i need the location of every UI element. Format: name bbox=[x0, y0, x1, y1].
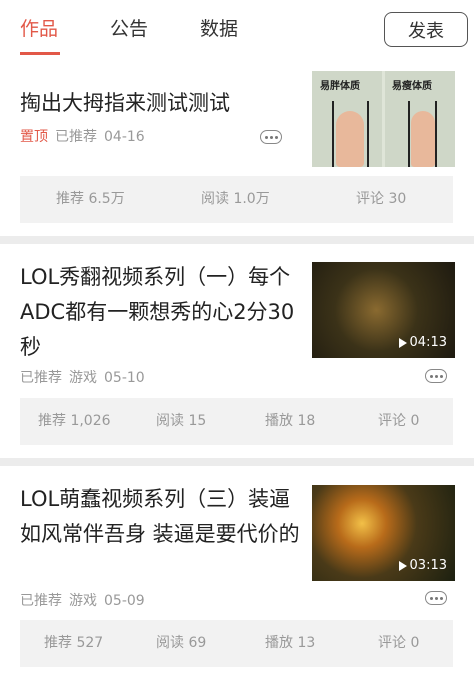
video-duration: 03:13 bbox=[409, 558, 447, 573]
play-count: 播放 13 bbox=[265, 635, 316, 651]
play-icon bbox=[398, 337, 407, 348]
thumbnail-label-right: 易瘦体质 bbox=[392, 81, 432, 92]
section-divider bbox=[0, 236, 474, 244]
recommended-status: 已推荐 bbox=[20, 593, 62, 609]
section-divider bbox=[0, 458, 474, 466]
finger-line bbox=[408, 101, 410, 167]
tab-works[interactable]: 作品 bbox=[20, 15, 58, 43]
article-date: 04-16 bbox=[104, 129, 145, 145]
more-options-icon[interactable] bbox=[425, 369, 447, 383]
read-count: 阅读 15 bbox=[156, 413, 207, 429]
article-title[interactable]: LOL萌蠢视频系列（三）装逼如风常伴吾身 装逼是要代价的 bbox=[20, 482, 305, 552]
recommend-count: 推荐 527 bbox=[44, 635, 104, 651]
more-options-icon[interactable] bbox=[425, 591, 447, 605]
video-duration: 04:13 bbox=[409, 335, 447, 350]
article-title[interactable]: 掏出大拇指来测试测试 bbox=[20, 86, 305, 121]
video-duration-badge: 04:13 bbox=[398, 335, 447, 350]
article-category: 游戏 bbox=[69, 370, 97, 386]
article-thumbnail[interactable]: 易胖体质 易瘦体质 bbox=[312, 71, 455, 167]
tab-bar: 作品 公告 数据 发表 bbox=[0, 0, 474, 64]
article-date: 05-09 bbox=[104, 593, 145, 609]
recommended-status: 已推荐 bbox=[20, 370, 62, 386]
comment-count[interactable]: 评论 0 bbox=[378, 620, 419, 667]
comment-count[interactable]: 评论 30 bbox=[356, 176, 406, 223]
read-count: 阅读 69 bbox=[156, 635, 207, 651]
article-meta: 置顶 已推荐 04-16 bbox=[20, 126, 152, 146]
thumb-finger-left bbox=[336, 111, 364, 167]
recommend-count: 推荐 1,026 bbox=[38, 413, 111, 429]
article-meta: 已推荐 游戏 05-09 bbox=[20, 590, 152, 610]
active-tab-indicator bbox=[20, 52, 60, 55]
more-options-icon[interactable] bbox=[260, 130, 282, 144]
tab-data[interactable]: 数据 bbox=[200, 15, 238, 43]
article-stats: 推荐 6.5万 阅读 1.0万 评论 30 bbox=[20, 176, 453, 223]
publish-button[interactable]: 发表 bbox=[384, 12, 468, 47]
article-stats: 推荐 1,026 阅读 15 播放 18 评论 0 bbox=[20, 398, 453, 445]
video-thumbnail[interactable]: 04:13 bbox=[312, 262, 455, 358]
comment-count[interactable]: 评论 0 bbox=[378, 398, 419, 445]
article-meta: 已推荐 游戏 05-10 bbox=[20, 367, 152, 387]
play-count: 播放 18 bbox=[265, 413, 316, 429]
finger-line bbox=[332, 101, 334, 167]
pinned-badge: 置顶 bbox=[20, 129, 48, 145]
article-title[interactable]: LOL秀翻视频系列（一）每个ADC都有一颗想秀的心2分30秒 bbox=[20, 260, 305, 365]
recommended-status: 已推荐 bbox=[55, 129, 97, 145]
recommend-count: 推荐 6.5万 bbox=[56, 191, 125, 207]
article-category: 游戏 bbox=[69, 593, 97, 609]
article-stats: 推荐 527 阅读 69 播放 13 评论 0 bbox=[20, 620, 453, 667]
video-duration-badge: 03:13 bbox=[398, 558, 447, 573]
thumbnail-label-left: 易胖体质 bbox=[320, 81, 360, 92]
play-icon bbox=[398, 560, 407, 571]
tab-announcements[interactable]: 公告 bbox=[110, 15, 148, 43]
thumb-finger-right bbox=[411, 111, 435, 167]
video-thumbnail[interactable]: 03:13 bbox=[312, 485, 455, 581]
finger-line bbox=[435, 101, 437, 167]
finger-line bbox=[367, 101, 369, 167]
article-date: 05-10 bbox=[104, 370, 145, 386]
read-count: 阅读 1.0万 bbox=[201, 191, 270, 207]
